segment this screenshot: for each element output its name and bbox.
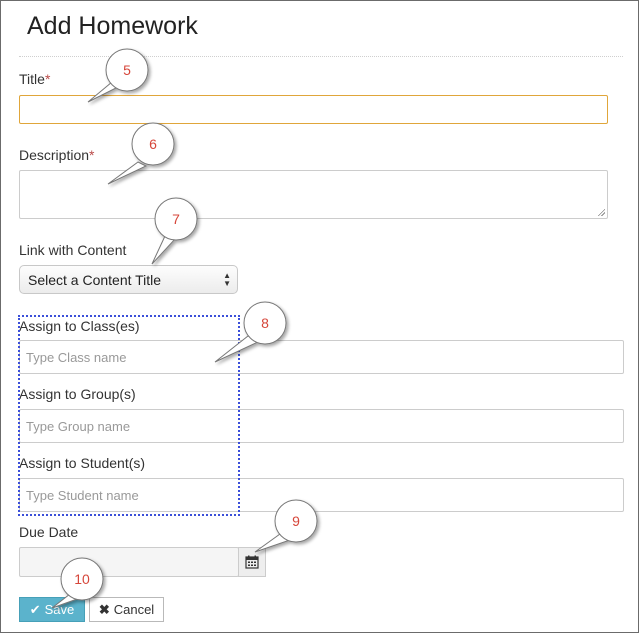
title-label-text: Title [19, 71, 45, 87]
content-title-select-value: Select a Content Title [28, 272, 162, 288]
title-divider [19, 56, 623, 57]
assign-highlight-box [18, 315, 240, 516]
due-date-input[interactable] [19, 547, 239, 577]
content-title-select[interactable]: Select a Content Title ▲ ▼ [19, 265, 238, 294]
save-button[interactable]: ✔ Save [19, 597, 85, 622]
title-input[interactable] [19, 95, 608, 124]
title-label: Title* [19, 71, 50, 87]
description-textarea[interactable] [19, 170, 608, 219]
required-mark: * [89, 147, 95, 163]
x-icon: ✖ [98, 601, 110, 617]
cancel-button[interactable]: ✖ Cancel [89, 597, 164, 622]
due-date-label: Due Date [19, 524, 79, 540]
textarea-resize-handle[interactable] [597, 208, 605, 216]
calendar-button[interactable] [238, 547, 266, 577]
link-content-label: Link with Content [19, 242, 127, 258]
save-button-label: Save [44, 602, 75, 617]
page-title: Add Homework [27, 12, 198, 40]
cancel-button-label: Cancel [113, 602, 155, 617]
description-label-text: Description [19, 147, 90, 163]
required-mark: * [44, 71, 51, 87]
description-label: Description* [19, 147, 94, 163]
updown-arrows-icon: ▲ ▼ [223, 271, 231, 288]
calendar-icon [245, 555, 259, 569]
check-icon: ✔ [29, 601, 41, 617]
